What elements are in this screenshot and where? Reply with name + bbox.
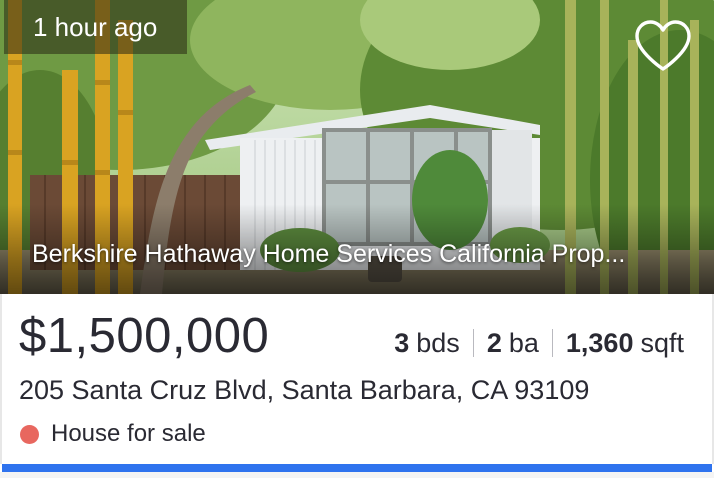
listing-photo[interactable]: 1 hour ago Berkshire Hathaway Home Servi… <box>0 0 714 294</box>
card-accent-bar <box>2 464 712 472</box>
listing-status: House for sale <box>20 418 206 450</box>
fact-divider <box>472 329 474 357</box>
area-unit: sqft <box>640 328 684 358</box>
baths-fact: 2 ba <box>487 324 539 362</box>
favorite-button[interactable] <box>632 16 694 76</box>
broker-name: Berkshire Hathaway Home Services Califor… <box>32 240 626 268</box>
listing-details: $1,500,000 3 bds 2 ba 1,360 sqft 205 San… <box>0 294 714 464</box>
status-dot-icon <box>20 424 39 444</box>
area-fact: 1,360 sqft <box>566 324 684 362</box>
beds-unit: bds <box>416 328 460 358</box>
listing-price: $1,500,000 <box>19 309 270 363</box>
card-bottom-strip <box>0 472 714 478</box>
listing-address-link[interactable]: 205 Santa Cruz Blvd, Santa Barbara, CA 9… <box>19 370 589 410</box>
baths-unit: ba <box>508 328 539 358</box>
area-value: 1,360 <box>565 328 634 358</box>
baths-value: 2 <box>486 328 502 358</box>
listing-facts: 3 bds 2 ba 1,360 sqft <box>394 324 684 362</box>
listing-card[interactable]: 1 hour ago Berkshire Hathaway Home Servi… <box>0 0 714 478</box>
beds-fact: 3 bds <box>394 324 460 362</box>
heart-outline-icon <box>635 20 691 71</box>
beds-value: 3 <box>394 328 410 358</box>
time-posted-badge: 1 hour ago <box>4 0 188 54</box>
status-label: House for sale <box>51 420 206 447</box>
fact-divider <box>551 329 553 357</box>
